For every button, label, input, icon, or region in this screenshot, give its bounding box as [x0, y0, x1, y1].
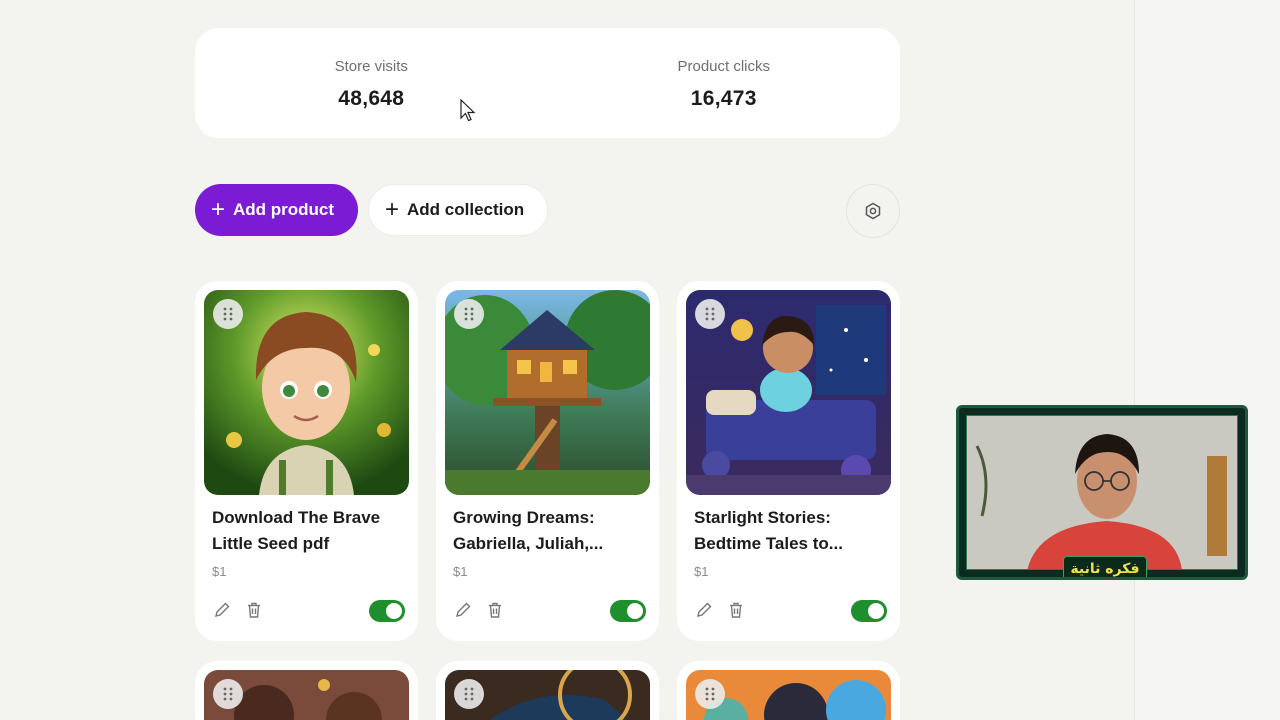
product-visibility-toggle[interactable]: [851, 600, 887, 622]
product-image[interactable]: [686, 290, 891, 495]
drag-dots-icon: [464, 307, 474, 321]
webcam-overlay: فكره ثانية: [956, 405, 1248, 580]
drag-handle[interactable]: [454, 299, 484, 329]
settings-icon: [865, 202, 881, 220]
add-product-label: Add product: [233, 200, 335, 219]
product-card[interactable]: Download The Brave Little Seed pdf $1: [195, 281, 418, 641]
product-actions: [213, 601, 263, 619]
right-side-panel: [1134, 0, 1280, 720]
product-clicks-label: Product clicks: [677, 58, 771, 75]
product-card[interactable]: [677, 661, 900, 720]
drag-dots-icon: [223, 687, 233, 701]
add-collection-label: Add collection: [407, 200, 525, 219]
plus-icon: +: [211, 196, 226, 223]
product-actions: [454, 601, 504, 619]
drag-handle[interactable]: [454, 679, 484, 709]
drag-dots-icon: [223, 307, 233, 321]
product-visibility-toggle[interactable]: [369, 600, 405, 622]
edit-pencil-icon[interactable]: [213, 601, 231, 619]
edit-pencil-icon[interactable]: [454, 601, 472, 619]
add-collection-button[interactable]: + Add collection: [368, 184, 548, 236]
product-visibility-toggle[interactable]: [610, 600, 646, 622]
product-card[interactable]: Growing Dreams: Gabriella, Juliah,... $1: [436, 281, 659, 641]
store-visits-stat: Store visits 48,648: [195, 28, 548, 138]
drag-dots-icon: [705, 687, 715, 701]
edit-pencil-icon[interactable]: [695, 601, 713, 619]
drag-dots-icon: [705, 307, 715, 321]
store-visits-label: Store visits: [334, 58, 408, 75]
product-card[interactable]: [436, 661, 659, 720]
drag-handle[interactable]: [695, 679, 725, 709]
store-visits-value: 48,648: [338, 87, 405, 110]
product-image[interactable]: [445, 670, 650, 720]
product-price: $1: [694, 564, 709, 579]
design-settings-button[interactable]: [846, 184, 900, 238]
drag-handle[interactable]: [695, 299, 725, 329]
product-price: $1: [212, 564, 227, 579]
product-card[interactable]: Starlight Stories: Bedtime Tales to... $…: [677, 281, 900, 641]
product-actions: [695, 601, 745, 619]
product-card[interactable]: [195, 661, 418, 720]
product-title[interactable]: Growing Dreams: Gabriella, Juliah,...: [453, 505, 648, 557]
webcam-video: [966, 415, 1238, 570]
product-clicks-value: 16,473: [690, 87, 757, 110]
product-clicks-stat: Product clicks 16,473: [548, 28, 901, 138]
product-price: $1: [453, 564, 468, 579]
delete-trash-icon[interactable]: [727, 601, 745, 619]
drag-handle[interactable]: [213, 679, 243, 709]
delete-trash-icon[interactable]: [245, 601, 263, 619]
add-product-button[interactable]: + Add product: [195, 184, 358, 236]
product-title[interactable]: Starlight Stories: Bedtime Tales to...: [694, 505, 889, 557]
product-image[interactable]: [204, 290, 409, 495]
mouse-cursor-icon: [460, 99, 476, 122]
drag-dots-icon: [464, 687, 474, 701]
plus-icon: +: [385, 196, 400, 223]
product-image[interactable]: [686, 670, 891, 720]
delete-trash-icon[interactable]: [486, 601, 504, 619]
product-image[interactable]: [445, 290, 650, 495]
channel-logo: فكره ثانية: [1063, 556, 1147, 577]
product-image[interactable]: [204, 670, 409, 720]
stats-card: Store visits 48,648 Product clicks 16,47…: [195, 28, 900, 138]
product-title[interactable]: Download The Brave Little Seed pdf: [212, 505, 407, 557]
drag-handle[interactable]: [213, 299, 243, 329]
